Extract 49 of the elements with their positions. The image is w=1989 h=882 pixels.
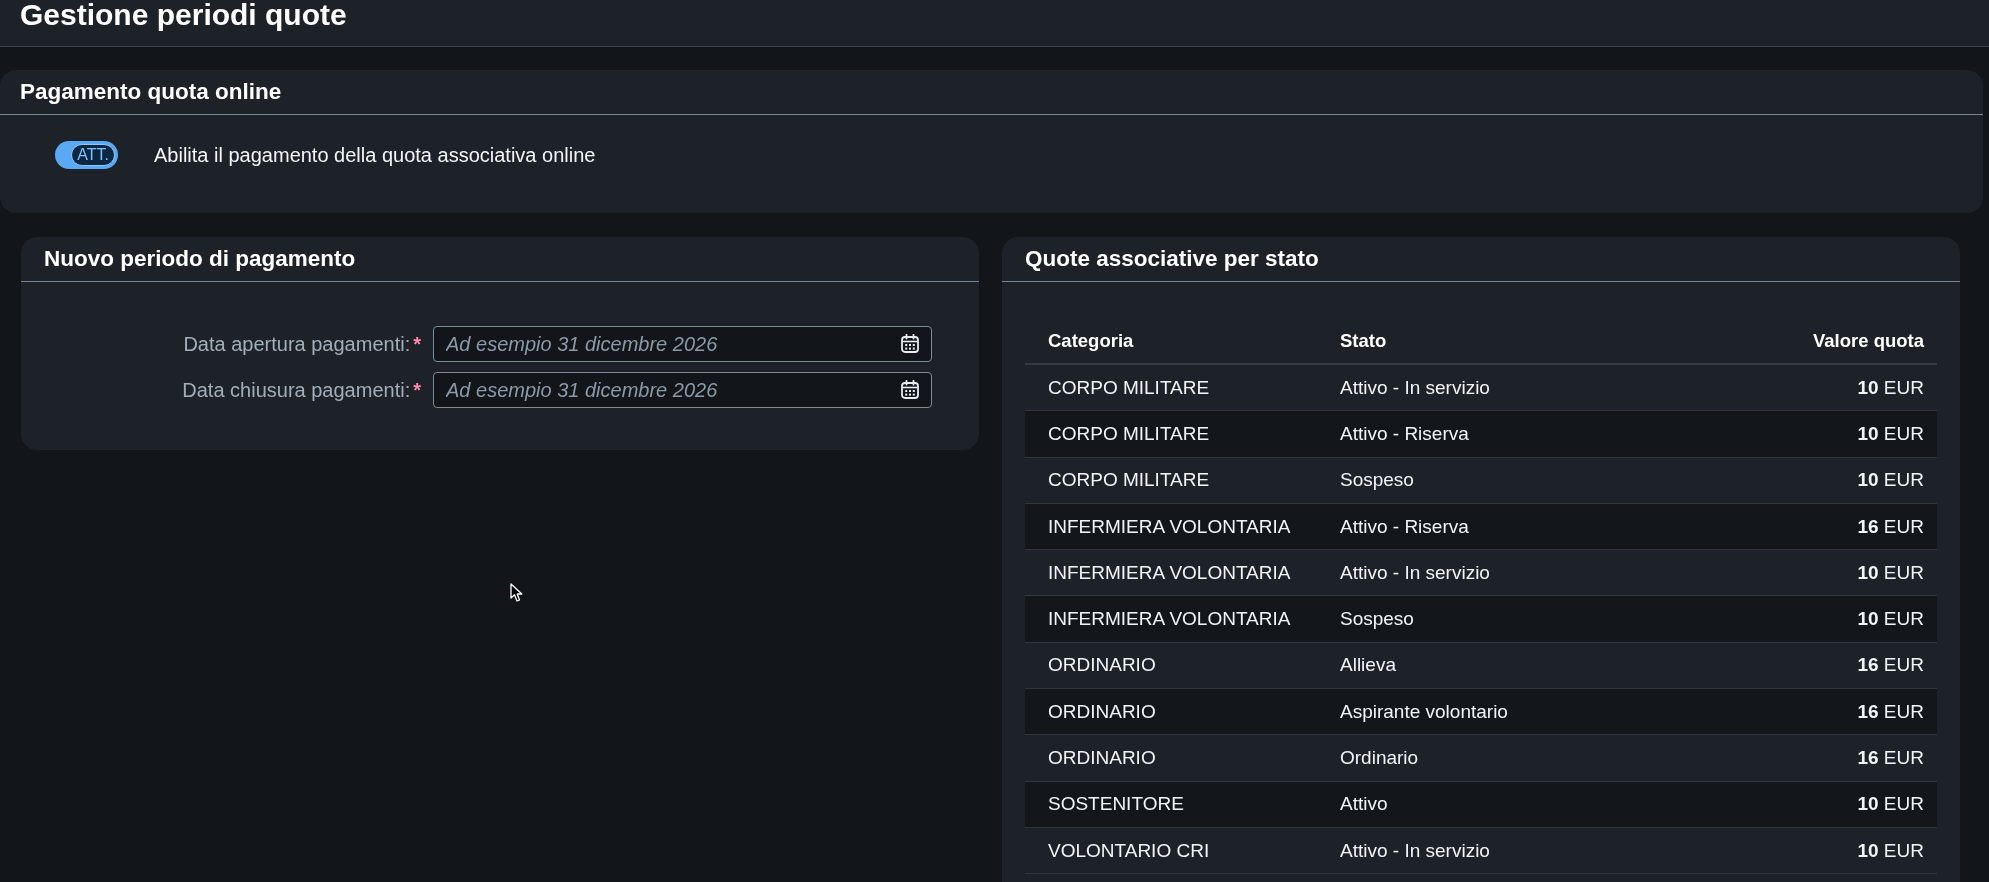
table-cell: INFERMIERA VOLONTARIA: [1048, 515, 1291, 538]
table-cell: ORDINARIO: [1048, 654, 1156, 677]
table-cell: Attivo - Riserva: [1340, 422, 1469, 445]
table-cell: 10 EUR: [1857, 608, 1924, 631]
table-cell: 10 EUR: [1857, 793, 1924, 816]
table-cell: Ordinario: [1340, 747, 1419, 769]
table-cell: SOSTENITORE: [1048, 793, 1184, 816]
field-label: Data apertura pagamenti:: [183, 332, 411, 356]
field-label: Data chiusura pagamenti:: [182, 378, 411, 402]
panel-title: Quote associative per stato: [1025, 246, 1319, 272]
column-header: Categoria: [1048, 329, 1134, 352]
table-cell: 16 EUR: [1857, 515, 1924, 538]
column-header: Stato: [1340, 329, 1387, 352]
table-cell: 10 EUR: [1857, 376, 1924, 399]
panel-title: Pagamento quota online: [20, 79, 282, 105]
table-cell: ORDINARIO: [1048, 700, 1156, 723]
cursor-icon: [510, 583, 523, 603]
table-cell: CORPO MILITARE: [1048, 422, 1210, 445]
required-asterisk: *: [413, 332, 421, 356]
table-cell: 16 EUR: [1857, 654, 1924, 677]
table-cell: 10 EUR: [1857, 839, 1924, 862]
required-asterisk: *: [413, 378, 421, 402]
table-cell: 10 EUR: [1857, 469, 1924, 492]
table-cell: ORDINARIO: [1048, 747, 1156, 769]
table-cell: VOLONTARIO CRI: [1048, 839, 1210, 862]
table-cell: Attivo - In servizio: [1340, 376, 1490, 399]
table-cell: Aspirante volontario: [1340, 700, 1508, 723]
table-cell: INFERMIERA VOLONTARIA: [1048, 608, 1291, 631]
table-cell: Allieva: [1340, 654, 1396, 677]
table-cell: Sospeso: [1340, 469, 1414, 492]
calendar-icon[interactable]: [901, 334, 919, 353]
toggle-description: Abilita il pagamento della quota associativa online: [154, 143, 596, 167]
table-cell: 10 EUR: [1857, 422, 1924, 445]
table-cell: CORPO MILITARE: [1048, 469, 1210, 492]
toggle-switch[interactable]: ATT.: [55, 141, 118, 169]
table-cell: INFERMIERA VOLONTARIA: [1048, 561, 1291, 584]
table-cell: 16 EUR: [1857, 747, 1924, 769]
column-header: Valore quota: [1812, 329, 1924, 352]
panel-title: Nuovo periodo di pagamento: [44, 246, 356, 272]
calendar-icon[interactable]: [901, 380, 919, 399]
table-cell: Sospeso: [1340, 608, 1414, 631]
table-cell: Attivo - In servizio: [1340, 839, 1490, 862]
page-title: Gestione periodi quote: [19, 0, 347, 30]
table-cell: 16 EUR: [1857, 700, 1924, 723]
table-cell: Attivo: [1340, 793, 1388, 816]
table-cell: 10 EUR: [1857, 561, 1924, 584]
table-cell: Attivo - Riserva: [1340, 515, 1469, 538]
table-cell: Attivo - In servizio: [1340, 561, 1490, 584]
table-cell: CORPO MILITARE: [1048, 376, 1210, 399]
